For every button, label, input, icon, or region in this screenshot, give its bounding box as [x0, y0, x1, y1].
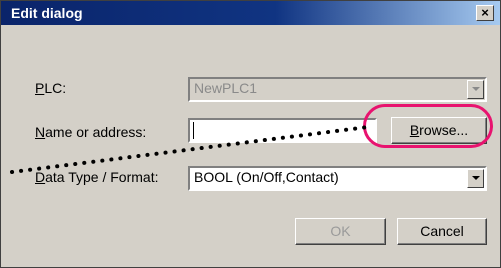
dotted-callout-line — [10, 125, 370, 174]
